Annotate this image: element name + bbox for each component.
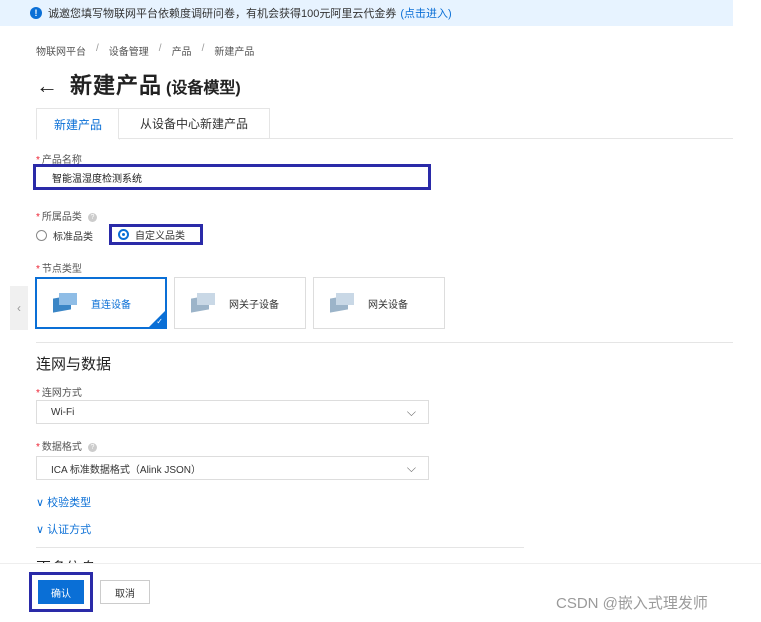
node-option-label: 网关设备: [368, 299, 408, 311]
direct-device-icon: [53, 293, 77, 313]
node-option-direct[interactable]: 直连设备 ✓: [35, 277, 167, 329]
breadcrumb-item[interactable]: 物联网平台: [36, 43, 86, 58]
data-format-value: ICA 标准数据格式（Alink JSON）: [51, 464, 202, 476]
verify-type-toggle[interactable]: ∨ 校验类型: [36, 494, 91, 510]
chevron-down-icon: ∨: [36, 497, 45, 509]
chevron-left-icon[interactable]: ‹: [10, 286, 28, 330]
breadcrumb-item[interactable]: 设备管理: [109, 43, 149, 58]
cancel-button[interactable]: 取消: [100, 580, 150, 604]
breadcrumb-current: 新建产品: [214, 47, 255, 58]
node-option-gateway[interactable]: 网关设备: [313, 277, 445, 329]
check-icon: ✓: [156, 317, 163, 326]
back-arrow-icon[interactable]: ←: [36, 73, 58, 99]
radio-label-custom: 自定义品类: [135, 231, 185, 242]
node-option-label: 网关子设备: [229, 299, 279, 311]
info-icon: !: [30, 7, 42, 19]
breadcrumb-separator: /: [96, 43, 99, 54]
breadcrumb: 物联网平台 / 设备管理 / 产品 / 新建产品: [36, 43, 254, 58]
chevron-down-icon: ⌵: [406, 461, 416, 475]
connection-label: * 连网方式: [36, 388, 82, 399]
category-radio-group: 标准品类: [36, 228, 93, 243]
custom-category-option[interactable]: 自定义品类: [109, 224, 203, 245]
tab-from-device-center[interactable]: 从设备中心新建产品: [118, 108, 270, 139]
radio-standard-category[interactable]: [36, 230, 47, 241]
notice-text: 诚邀您填写物联网平台依赖度调研问卷，有机会获得100元阿里云代金券: [48, 8, 397, 20]
tab-new-product[interactable]: 新建产品: [36, 108, 120, 140]
gateway-device-icon: [330, 293, 354, 313]
product-name-input[interactable]: 智能温湿度检测系统: [33, 164, 431, 190]
confirm-button[interactable]: 确认: [38, 580, 84, 604]
help-icon[interactable]: ?: [87, 442, 97, 452]
gateway-subdevice-icon: [191, 293, 215, 313]
notice-link[interactable]: (点击进入): [400, 5, 451, 21]
chevron-down-icon: ∨: [36, 524, 45, 536]
node-option-label: 直连设备: [91, 299, 131, 311]
data-format-select[interactable]: ICA 标准数据格式（Alink JSON） ⌵: [36, 456, 429, 480]
node-option-gateway-sub[interactable]: 网关子设备: [174, 277, 306, 329]
page-subtitle: (设备模型): [166, 80, 241, 97]
breadcrumb-separator: /: [201, 43, 205, 54]
connection-select[interactable]: Wi-Fi ⌵: [36, 400, 429, 424]
section-divider: [36, 342, 733, 343]
node-type-label: * 节点类型: [36, 264, 82, 275]
chevron-down-icon: ⌵: [406, 405, 416, 419]
data-format-label: * 数据格式?: [36, 438, 97, 453]
section-divider: [36, 547, 524, 548]
help-icon[interactable]: ?: [87, 212, 97, 222]
watermark: CSDN @嵌入式理发师: [556, 595, 708, 612]
auth-type-toggle[interactable]: ∨ 认证方式: [36, 521, 91, 537]
radio-custom-category[interactable]: [118, 229, 129, 240]
category-label: * 所属品类?: [36, 208, 97, 223]
breadcrumb-item[interactable]: 产品: [172, 43, 192, 58]
confirm-button-highlight: 确认: [29, 572, 93, 612]
notice-bar: ! 诚邀您填写物联网平台依赖度调研问卷，有机会获得100元阿里云代金券 (点击进…: [0, 0, 733, 26]
breadcrumb-separator: /: [158, 43, 162, 54]
radio-label-standard: 标准品类: [53, 232, 93, 243]
tab-bar: 新建产品 从设备中心新建产品: [36, 108, 733, 140]
page-header: ← 新建产品 (设备模型): [36, 68, 241, 100]
page-title: 新建产品: [70, 73, 163, 98]
connection-value: Wi-Fi: [51, 406, 75, 418]
section-title-network: 连网与数据: [36, 356, 112, 373]
